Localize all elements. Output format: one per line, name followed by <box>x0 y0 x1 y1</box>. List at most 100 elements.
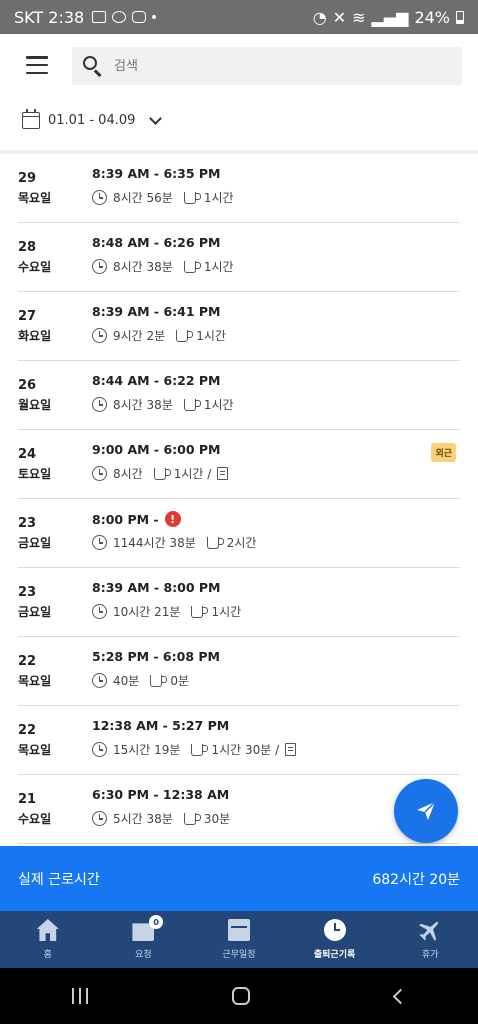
time-range-text: 8:44 AM - 6:22 PM <box>92 373 221 388</box>
calendar-icon <box>22 109 40 129</box>
clock-icon <box>92 259 107 274</box>
alert-icon[interactable]: ! <box>164 511 181 527</box>
send-icon <box>417 801 436 820</box>
clock-icon <box>92 673 107 688</box>
clock-icon <box>92 328 107 343</box>
home-nav-button[interactable] <box>232 987 251 1005</box>
status-time: SKT 2:38 <box>14 7 85 27</box>
work-duration: 9시간 2분 <box>113 329 166 343</box>
attendance-record-row[interactable]: 23 금요일 8:39 AM - 8:00 PM 10시간 21분 1시간 <box>18 568 460 637</box>
attendance-record-row[interactable]: 29 목요일 8:39 AM - 6:35 PM 8시간 56분 1시간 <box>18 154 460 223</box>
time-range-text: 8:39 AM - 6:35 PM <box>92 166 221 181</box>
attendance-record-row[interactable]: 24 토요일 9:00 AM - 6:00 PM 8시간 1시간 / 외근 <box>18 430 460 499</box>
tab-attendance[interactable]: 출퇴근기록 <box>287 911 383 968</box>
request-count-badge: 0 <box>149 915 164 929</box>
record-time-range: 8:39 AM - 8:00 PM <box>92 580 221 595</box>
clock-icon <box>92 397 107 412</box>
mute-icon: ✕ <box>332 7 347 27</box>
attendance-record-list: 29 목요일 8:39 AM - 6:35 PM 8시간 56분 1시간 28 수요일 8:4… <box>0 154 478 846</box>
record-day: 28 <box>18 240 37 255</box>
record-time-range: 8:39 AM - 6:41 PM <box>92 304 221 319</box>
tab-label: 요청 <box>135 950 152 960</box>
time-range-text: 5:28 PM - 6:08 PM <box>92 649 220 664</box>
talk-icon <box>132 11 147 23</box>
record-time-range: 8:00 PM -! <box>92 511 181 527</box>
system-nav-bar <box>0 968 478 1024</box>
break-duration: 30분 <box>203 812 231 826</box>
calendar-icon <box>227 919 250 941</box>
coffee-cup-icon <box>183 812 201 825</box>
coffee-cup-icon <box>191 605 209 618</box>
attendance-record-row[interactable]: 22 목요일 5:28 PM - 6:08 PM 40분 0분 <box>18 637 460 706</box>
outside-work-badge: 외근 <box>431 443 456 462</box>
record-details: 40분 0분 <box>92 672 189 689</box>
tab-label: 출퇴근기록 <box>313 950 356 960</box>
app-header: 01.01 - 04.09 <box>0 34 478 154</box>
record-day: 22 <box>18 654 37 669</box>
clock-icon <box>92 811 107 826</box>
attendance-record-row[interactable]: 26 월요일 8:44 AM - 6:22 PM 8시간 38분 1시간 <box>18 361 460 430</box>
battery-percent: 24% <box>414 7 450 27</box>
work-duration: 8시간 <box>113 467 143 481</box>
break-duration: 1시간 <box>203 398 234 412</box>
notification-icons <box>92 11 157 23</box>
clock-icon <box>92 604 107 619</box>
wifi-icon: ≋ <box>352 7 366 27</box>
tab-requests[interactable]: 0 요청 <box>96 911 192 968</box>
record-weekday: 목요일 <box>18 674 52 688</box>
tab-label: 홈 <box>43 950 52 960</box>
chat-icon <box>112 11 127 23</box>
record-weekday: 목요일 <box>18 743 52 757</box>
time-range-text: 8:00 PM - <box>92 511 159 527</box>
tab-label: 휴가 <box>421 950 439 960</box>
attendance-record-row[interactable]: 28 수요일 8:48 AM - 6:26 PM 8시간 38분 1시간 <box>18 223 460 292</box>
coffee-cup-icon <box>206 536 224 549</box>
time-range-text: 12:38 AM - 5:27 PM <box>92 718 230 733</box>
record-time-range: 8:44 AM - 6:22 PM <box>92 373 221 388</box>
record-weekday: 월요일 <box>18 398 52 412</box>
search-input[interactable] <box>114 58 414 74</box>
clock-icon <box>92 190 107 205</box>
clock-icon <box>92 742 107 757</box>
time-range-text: 8:48 AM - 6:26 PM <box>92 235 221 250</box>
record-details: 15시간 19분 1시간 30분 / <box>92 741 297 758</box>
record-time-range: 12:38 AM - 5:27 PM <box>92 718 229 733</box>
coffee-cup-icon <box>191 743 209 756</box>
record-weekday: 화요일 <box>18 329 52 343</box>
record-details: 8시간 38분 1시간 <box>92 258 234 275</box>
clock-icon <box>323 919 346 941</box>
signal-icon: ▂▄▆ <box>371 7 409 27</box>
record-time-range: 8:39 AM - 6:35 PM <box>92 166 221 181</box>
attendance-record-row[interactable]: 27 화요일 8:39 AM - 6:41 PM 9시간 2분 1시간 <box>18 292 460 361</box>
record-details: 5시간 38분 30분 <box>92 810 230 827</box>
date-range-picker[interactable]: 01.01 - 04.09 <box>22 109 163 129</box>
back-button[interactable] <box>392 988 409 1004</box>
tab-vacation[interactable]: 휴가 <box>382 911 478 968</box>
break-duration: 2시간 <box>226 536 257 550</box>
attendance-record-row[interactable]: 23 금요일 8:00 PM -! 1144시간 38분 2시간 <box>18 499 460 568</box>
home-icon <box>36 919 59 941</box>
break-duration: 1시간 / <box>173 467 212 481</box>
gallery-icon <box>92 11 107 23</box>
record-day: 26 <box>18 378 37 393</box>
search-box[interactable] <box>72 47 462 85</box>
coffee-cup-icon <box>150 674 168 687</box>
coffee-cup-icon <box>176 329 194 342</box>
coffee-cup-icon <box>153 467 171 480</box>
plane-icon <box>415 914 446 945</box>
record-details: 1144시간 38분 2시간 <box>92 534 256 551</box>
attendance-record-row[interactable]: 22 목요일 12:38 AM - 5:27 PM 15시간 19분 1시간 30분 / <box>18 706 460 775</box>
break-duration: 1시간 <box>211 605 242 619</box>
menu-icon[interactable] <box>26 56 48 74</box>
record-details: 8시간 1시간 / <box>92 465 229 482</box>
record-details: 10시간 21분 1시간 <box>92 603 241 620</box>
time-range-text: 9:00 AM - 6:00 PM <box>92 442 221 457</box>
system-icons: ◔ ✕ ≋ ▂▄▆ 24% <box>313 8 464 27</box>
tab-home[interactable]: 홈 <box>0 911 96 968</box>
send-fab-button[interactable] <box>394 779 458 843</box>
recent-apps-button[interactable] <box>72 988 89 1004</box>
work-duration: 40분 <box>113 674 140 688</box>
more-dot-icon <box>152 15 157 19</box>
alarm-icon: ◔ <box>312 7 327 27</box>
tab-schedule[interactable]: 근무일정 <box>191 911 287 968</box>
